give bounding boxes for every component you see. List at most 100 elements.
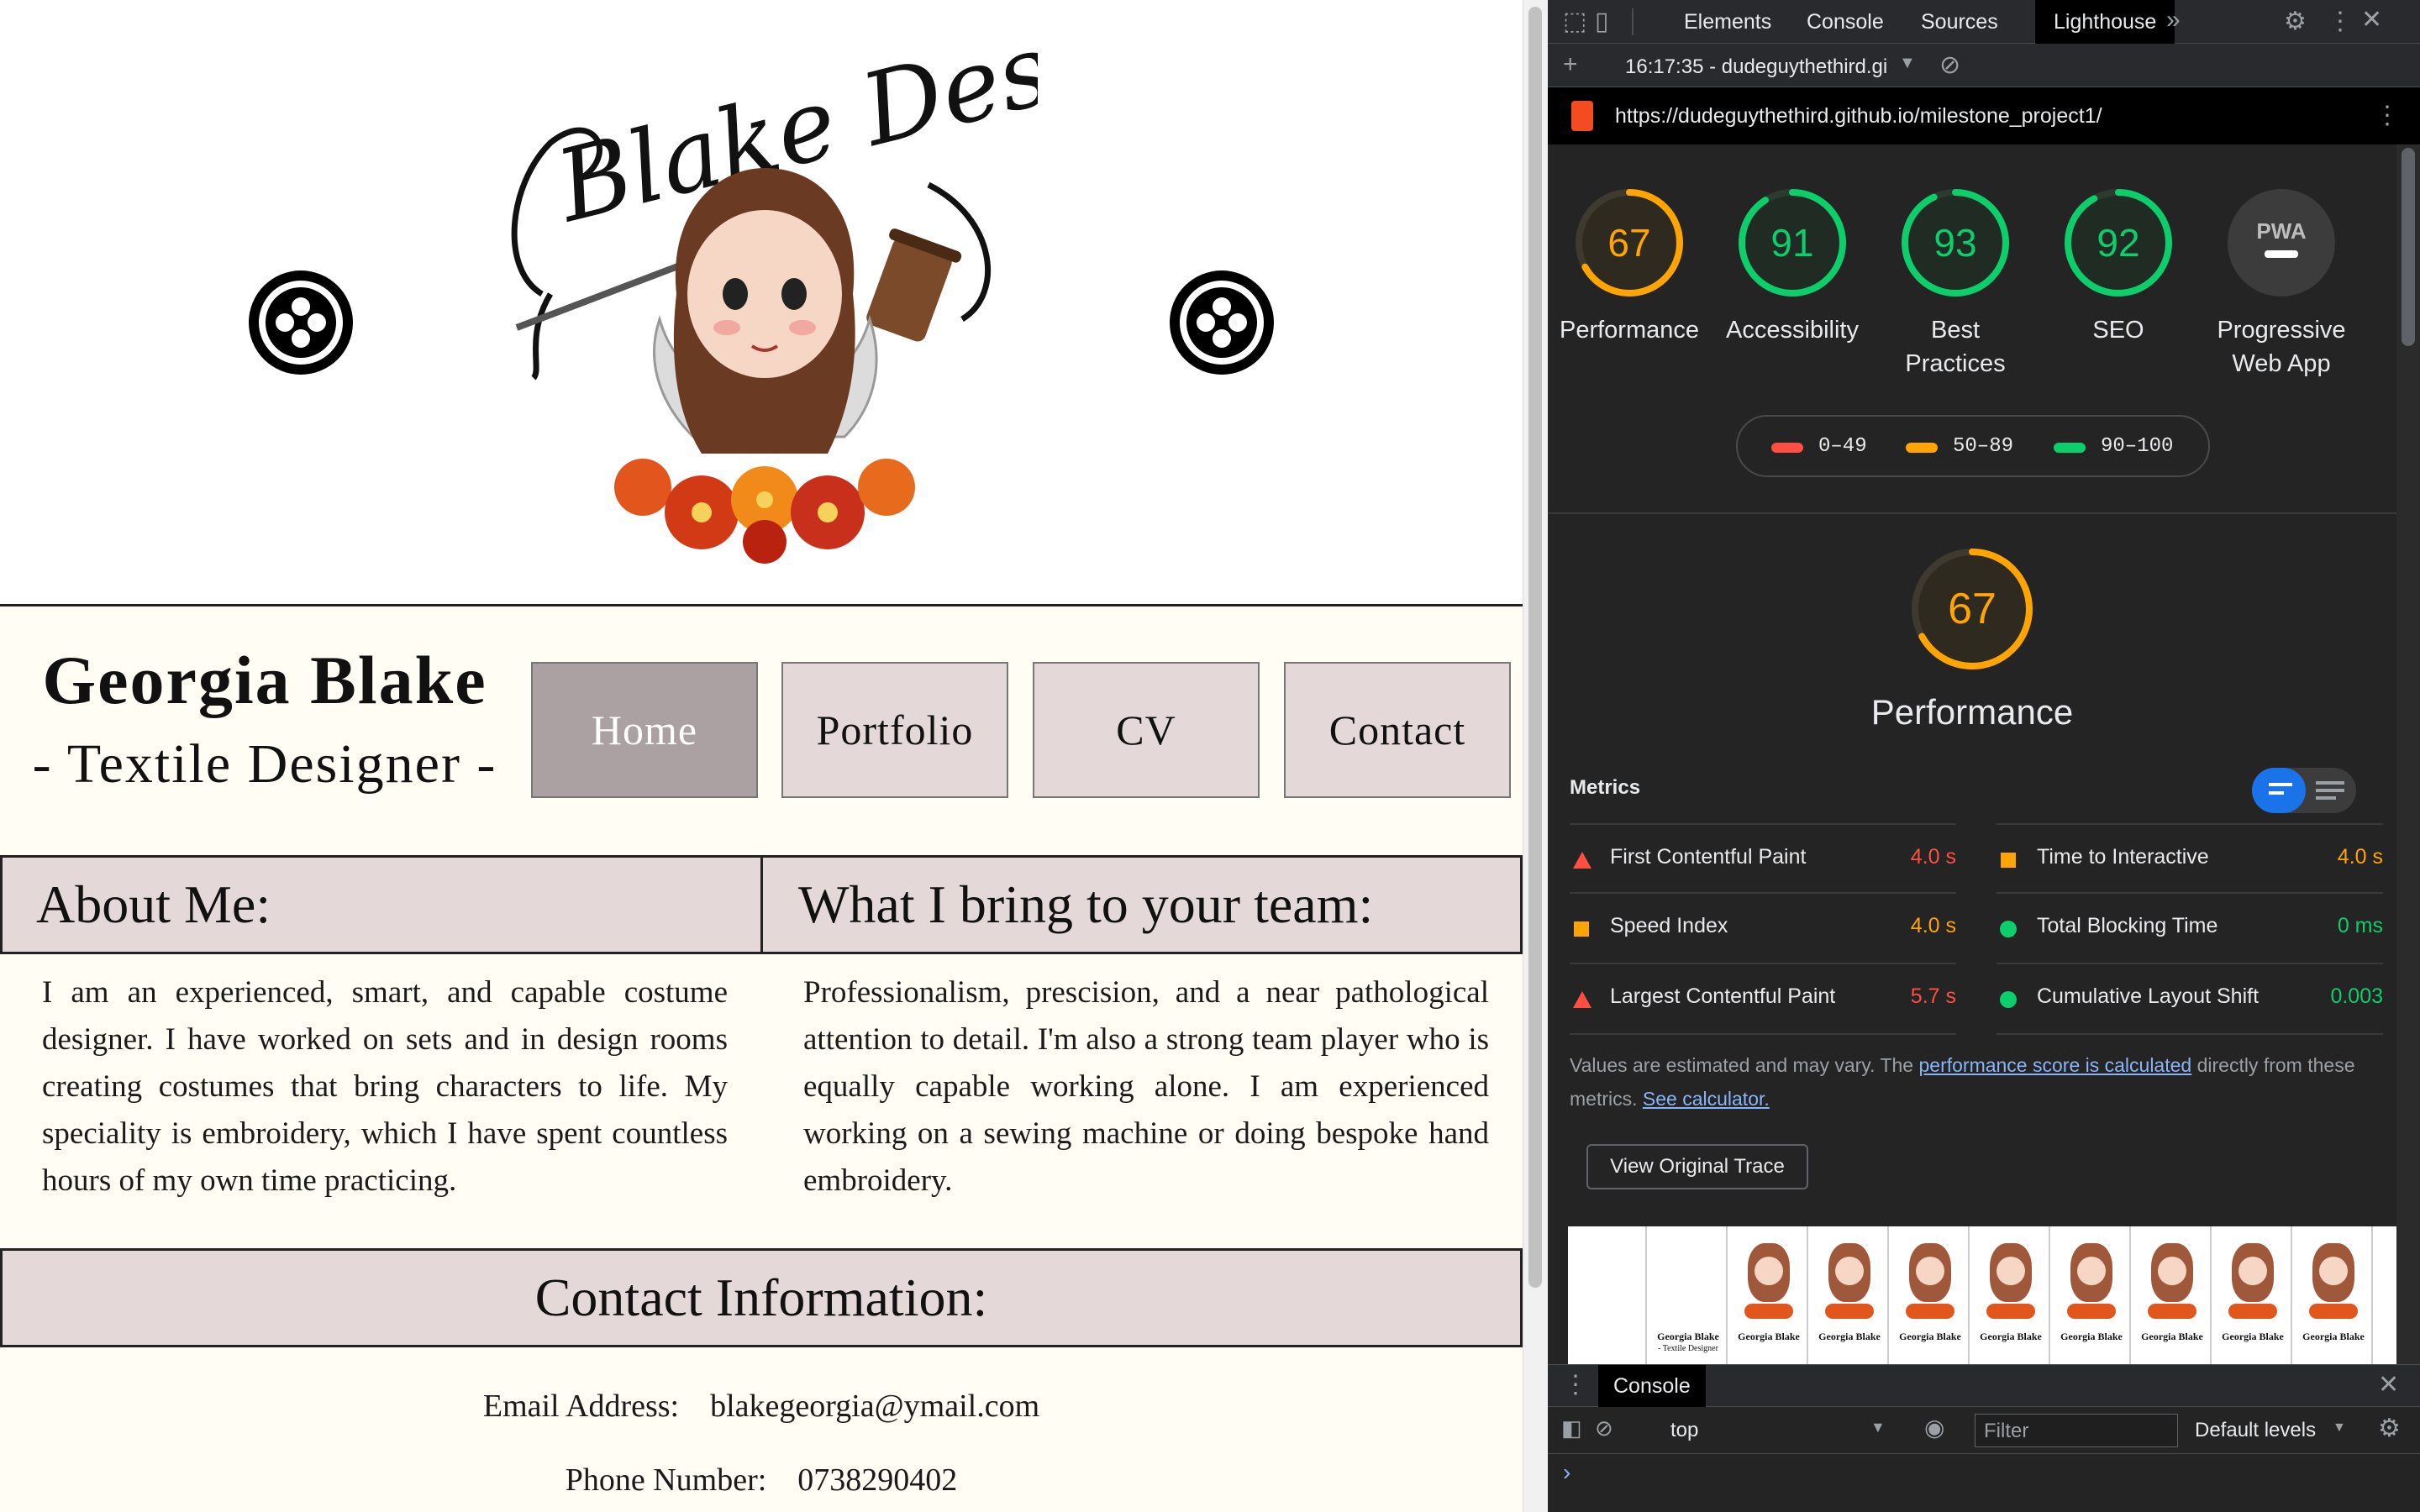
filmstrip-frame: Georgia Blake — [2213, 1226, 2292, 1364]
tab-console[interactable]: Console — [1807, 0, 1884, 44]
audited-url[interactable]: https://dudeguythethird.github.io/milest… — [1615, 104, 2102, 129]
team-heading: What I bring to your team: — [760, 855, 1523, 954]
note-text: Values are estimated and may vary. The — [1570, 1054, 1919, 1076]
gauge-score: 93 — [1933, 221, 1977, 265]
performance-title: Performance — [1870, 692, 2074, 732]
lighthouse-toolbar: + 16:17:35 - dudeguythethird.gi ▼ ⊘ — [1548, 44, 2420, 87]
sidebar-toggle-icon[interactable]: ◧ — [1561, 1415, 1582, 1441]
performance-score-large: 67 — [1948, 585, 1996, 633]
average-square-icon — [1574, 921, 1589, 937]
close-icon[interactable]: ✕ — [2361, 5, 2382, 34]
gauge-seo[interactable]: 92 SEO — [2037, 186, 2200, 347]
nav-home-button[interactable]: Home — [531, 662, 758, 798]
see-calculator-link[interactable]: See calculator. — [1643, 1088, 1770, 1110]
average-square-icon — [2001, 853, 2016, 868]
blake-designs-logo[interactable]: Blake Designs — [492, 0, 1265, 571]
clear-icon[interactable]: ⊘ — [1939, 50, 1960, 80]
metrics-view-toggle[interactable] — [2252, 768, 2356, 813]
team-text: Professionalism, prescision, and a near … — [803, 975, 1489, 1198]
inspect-element-icon[interactable]: ⬚ — [1563, 7, 1586, 36]
dropdown-arrow-icon[interactable]: ▼ — [1899, 54, 1916, 73]
section-divider — [1548, 512, 2396, 514]
about-heading: About Me: — [0, 855, 763, 954]
console-settings-icon[interactable]: ⚙ — [2378, 1414, 2401, 1443]
score-calculated-link[interactable]: performance score is calculated — [1918, 1054, 2191, 1076]
gauge-label: Accessibility — [1726, 317, 1859, 344]
metric-name: Time to Interactive — [2037, 845, 2209, 869]
filmstrip-frame-blank — [1568, 1226, 1647, 1364]
phone-line: Phone Number: 0738290402 — [0, 1462, 1523, 1499]
email-label: Email Address: — [482, 1389, 680, 1424]
devtools-tab-bar: ⬚ ▯ Elements Console Sources Lighthouse … — [1548, 0, 2420, 44]
gauge-score: 67 — [1607, 221, 1651, 265]
fail-triangle-icon — [1573, 852, 1591, 869]
nav-portfolio-button[interactable]: Portfolio — [781, 662, 1008, 798]
eye-icon[interactable]: ◉ — [1924, 1414, 1944, 1441]
report-selector[interactable]: 16:17:35 - dudeguythethird.gi — [1625, 55, 1887, 79]
team-heading-text: What I bring to your team: — [798, 874, 1374, 934]
console-drawer: ⋮ Console ✕ ◧ ⊘ top ▼ ◉ Filter Default l… — [1548, 1364, 2420, 1512]
devtools-panel: ⬚ ▯ Elements Console Sources Lighthouse … — [1548, 0, 2420, 1512]
metric-name: Cumulative Layout Shift — [2037, 984, 2260, 1008]
context-selector[interactable]: top — [1670, 1419, 1698, 1442]
metric-first-contentful-paint: First Contentful Paint 4.0 s — [1570, 823, 1956, 894]
drawer-close-icon[interactable]: ✕ — [2378, 1370, 2399, 1399]
clear-console-icon[interactable]: ⊘ — [1595, 1415, 1613, 1441]
metric-value: 5.7 s — [1910, 984, 1956, 1008]
score-legend: 0–49 50–89 90–100 — [1736, 415, 2210, 477]
phone-label: Phone Number: — [565, 1462, 767, 1498]
designer-subtitle: - Textile Designer - — [32, 733, 497, 795]
report-scrollbar-thumb[interactable] — [2402, 148, 2415, 346]
filmstrip-subcaption: - Textile Designer — [1658, 1344, 1718, 1353]
view-original-trace-button[interactable]: View Original Trace — [1586, 1144, 1808, 1189]
email-address[interactable]: blakegeorgia@ymail.com — [710, 1389, 1039, 1424]
logo-illustration: Blake Designs — [511, 0, 1265, 564]
gear-icon[interactable]: ⚙ — [2284, 7, 2307, 36]
metrics-note: Values are estimated and may vary. The p… — [1570, 1048, 2368, 1116]
metric-value: 4.0 s — [1910, 914, 1956, 937]
drawer-tab-console[interactable]: Console — [1598, 1365, 1706, 1407]
legend-item-average: 50–89 — [1906, 435, 2013, 458]
lighthouse-report: 67 Performance 91 Accessibility 93 Best … — [1548, 144, 2396, 1364]
nav-cv-button[interactable]: CV — [1033, 662, 1260, 798]
console-prompt[interactable]: › — [1563, 1459, 1570, 1486]
phone-number[interactable]: 0738290402 — [797, 1462, 957, 1498]
contact-heading: Contact Information: — [0, 1248, 1523, 1347]
filmstrip-frame-text: Georgia Blake - Textile Designer — [1649, 1226, 1728, 1364]
log-levels-select[interactable]: Default levels — [2195, 1419, 2316, 1442]
report-scrollbar[interactable] — [2396, 144, 2420, 1364]
compact-view-icon[interactable] — [2252, 768, 2306, 813]
legend-item-pass: 90–100 — [2054, 435, 2173, 458]
filmstrip-frame: Georgia Blake — [2133, 1226, 2212, 1364]
gauge-accessibility[interactable]: 91 Accessibility — [1711, 186, 1874, 347]
audited-url-bar: https://dudeguythethird.github.io/milest… — [1548, 87, 2420, 144]
contact-heading-text: Contact Information: — [534, 1268, 988, 1327]
tab-sources[interactable]: Sources — [1921, 0, 1998, 44]
drawer-menu-icon[interactable]: ⋮ — [1563, 1370, 1588, 1399]
metric-cumulative-layout-shift: Cumulative Layout Shift 0.003 — [1996, 964, 2383, 1035]
gauge-score: 91 — [1770, 221, 1814, 265]
gauge-pwa[interactable]: PWA Progressive Web App — [2200, 186, 2363, 381]
metric-value: 4.0 s — [2337, 845, 2383, 869]
expanded-view-icon[interactable] — [2316, 781, 2344, 801]
gauge-best-practices[interactable]: 93 Best Practices — [1874, 186, 2037, 381]
plus-icon[interactable]: + — [1563, 50, 1578, 79]
tab-lighthouse[interactable]: Lighthouse — [2035, 0, 2175, 44]
website-scrollbar-thumb[interactable] — [1528, 7, 1542, 1288]
levels-dropdown-icon[interactable]: ▼ — [2333, 1420, 2346, 1436]
tab-elements[interactable]: Elements — [1684, 0, 1771, 44]
nav-contact-button[interactable]: Contact — [1284, 662, 1511, 798]
device-toolbar-icon[interactable]: ▯ — [1595, 7, 1609, 36]
context-dropdown-icon[interactable]: ▼ — [1870, 1419, 1886, 1436]
kebab-menu-icon[interactable]: ⋮ — [2328, 7, 2353, 36]
chevron-double-right-icon[interactable]: » — [2166, 6, 2181, 34]
about-heading-text: About Me: — [36, 874, 271, 934]
website-scrollbar[interactable] — [1523, 0, 1548, 1512]
email-line: Email Address: blakegeorgia@ymail.com — [0, 1388, 1523, 1425]
filter-input[interactable]: Filter — [1975, 1414, 2178, 1447]
metric-name: Largest Contentful Paint — [1610, 984, 1836, 1008]
report-menu-icon[interactable]: ⋮ — [2375, 101, 2400, 130]
metric-name: Speed Index — [1610, 914, 1728, 937]
gauge-label: Performance — [1559, 317, 1699, 344]
gauge-performance[interactable]: 67 Performance — [1548, 186, 1711, 347]
